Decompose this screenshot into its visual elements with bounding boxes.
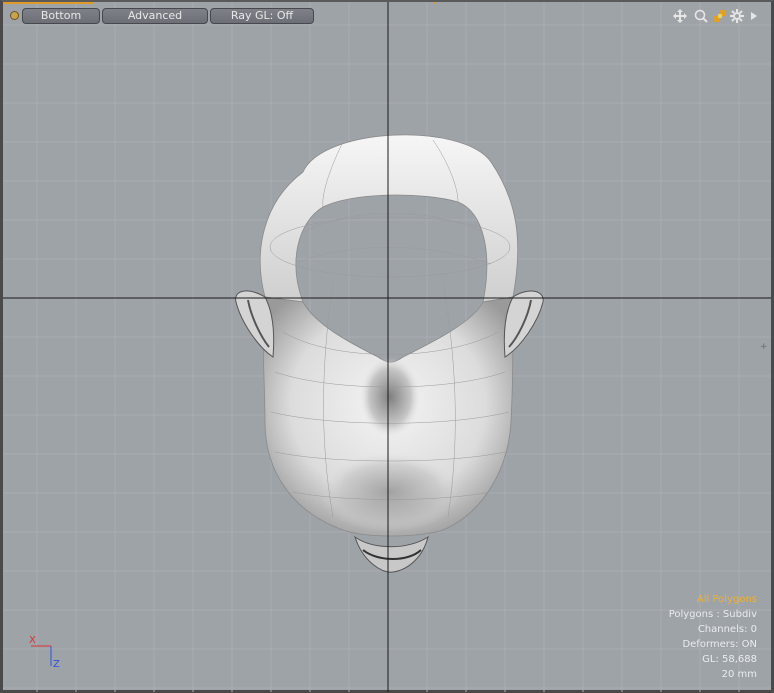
grid-size-text: 20 mm bbox=[721, 669, 757, 680]
polygons-text: Polygons : Subdiv bbox=[668, 609, 757, 620]
axis-z-label: Z bbox=[53, 659, 60, 670]
viewport-menu-dot[interactable] bbox=[10, 11, 19, 20]
nose-shadow bbox=[360, 357, 420, 437]
settings-icon[interactable] bbox=[730, 9, 744, 23]
deformers-text: Deformers: ON bbox=[682, 639, 757, 650]
rotate-view-icon[interactable] bbox=[713, 9, 727, 23]
move-view-icon[interactable] bbox=[673, 9, 687, 23]
mouth-shadow bbox=[320, 452, 460, 532]
expand-arrow-icon[interactable] bbox=[747, 9, 761, 23]
head-mesh bbox=[235, 134, 544, 573]
shading-mode-button[interactable]: Advanced bbox=[102, 8, 208, 24]
chin bbox=[354, 535, 429, 573]
svg-text:+: + bbox=[760, 342, 768, 352]
view-type-button[interactable]: Bottom bbox=[22, 8, 100, 24]
selection-mode-text: All Polygons bbox=[696, 594, 757, 605]
viewport-header: Bottom Advanced Ray GL: Off bbox=[3, 2, 771, 30]
viewport-info-panel: All Polygons Polygons : Subdiv Channels:… bbox=[557, 592, 757, 682]
axis-gizmo: X Z bbox=[25, 636, 65, 676]
viewport-canvas[interactable]: + bbox=[3, 2, 771, 692]
3d-viewport[interactable]: + Bottom Advanced Ray GL: Off X Z All Po… bbox=[0, 0, 774, 693]
channels-text: Channels: 0 bbox=[697, 624, 757, 635]
grid bbox=[3, 2, 771, 692]
zoom-view-icon[interactable] bbox=[694, 9, 708, 23]
gl-count-text: GL: 58,688 bbox=[702, 654, 757, 665]
raygl-button[interactable]: Ray GL: Off bbox=[210, 8, 314, 24]
axis-x-label: X bbox=[29, 635, 36, 646]
